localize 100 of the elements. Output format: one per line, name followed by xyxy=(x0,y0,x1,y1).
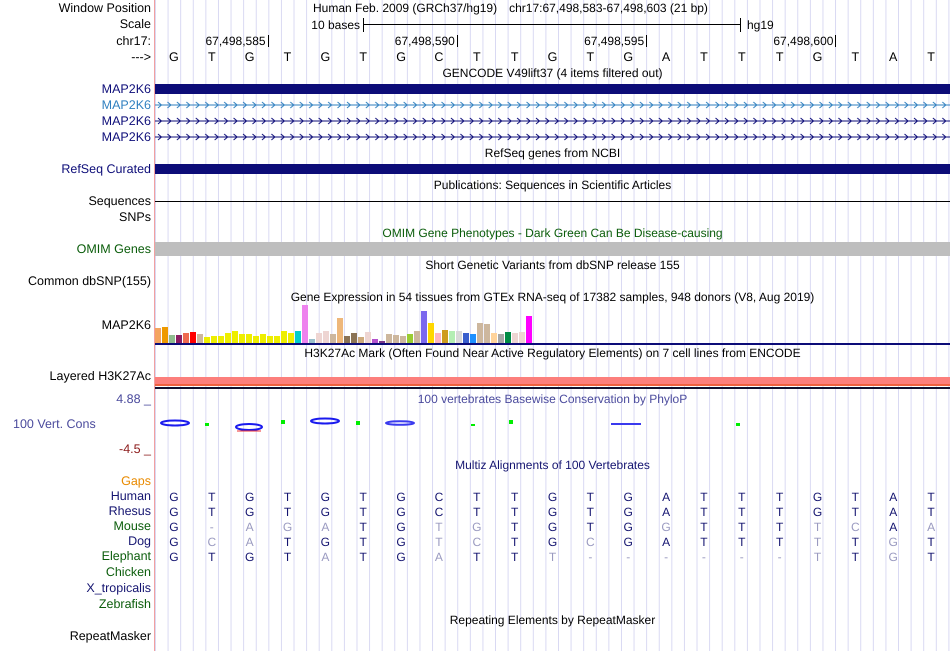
aligned-base: T xyxy=(737,506,746,518)
sequence-base: T xyxy=(586,50,596,64)
aligned-base: G xyxy=(546,506,558,518)
aligned-base: A xyxy=(926,520,936,532)
track-title: Repeating Elements by RepeatMasker xyxy=(450,614,656,626)
aligned-base: - xyxy=(663,550,670,562)
track-label: Gaps xyxy=(121,474,151,488)
aligned-base: A xyxy=(888,506,898,518)
aligned-base: T xyxy=(926,550,936,562)
aligned-base: T xyxy=(472,550,482,562)
sequence-base: A xyxy=(888,50,898,64)
track-label: RefSeq Curated xyxy=(61,162,151,176)
sequence-base: T xyxy=(358,50,368,64)
aligned-base: T xyxy=(358,550,368,562)
aligned-base: T xyxy=(207,490,216,502)
aligned-base: T xyxy=(926,536,936,548)
aligned-base: G xyxy=(168,550,180,562)
aligned-base: G xyxy=(395,506,407,518)
aligned-base: T xyxy=(510,550,520,562)
sequence-base: T xyxy=(850,50,860,64)
track-title: GENCODE V49lift37 (4 items filtered out) xyxy=(442,67,663,79)
sequence-base: G xyxy=(244,50,256,64)
track-label: OMIM Genes xyxy=(76,242,151,256)
aligned-base: T xyxy=(850,506,860,518)
axis-min-label: -4.5 _ xyxy=(119,442,151,455)
sequence-base: C xyxy=(433,50,444,64)
aligned-base: T xyxy=(510,536,520,548)
aligned-base: G xyxy=(395,520,407,532)
track-title: Multiz Alignments of 100 Vertebrates xyxy=(455,459,650,471)
aligned-base: T xyxy=(850,536,860,548)
aligned-base: T xyxy=(699,536,709,548)
aligned-base: T xyxy=(774,536,784,548)
sequence-base: G xyxy=(812,50,824,64)
track-label: Zebrafish xyxy=(98,598,151,610)
aligned-base: - xyxy=(700,550,707,562)
track-label: MAP2K6 xyxy=(102,130,151,144)
aligned-base: A xyxy=(320,550,330,562)
aligned-base: T xyxy=(774,520,784,532)
aligned-base: G xyxy=(622,520,634,532)
aligned-base: G xyxy=(660,520,672,532)
sequence-base: T xyxy=(282,50,292,64)
track-label: chr17: xyxy=(116,34,151,48)
aligned-base: G xyxy=(168,536,180,548)
aligned-base: G xyxy=(395,536,407,548)
aligned-base: T xyxy=(510,506,520,518)
aligned-base: T xyxy=(282,490,292,502)
track-label: Sequences xyxy=(88,194,151,208)
aligned-base: T xyxy=(472,490,482,502)
track-label: Window Position xyxy=(58,2,151,14)
aligned-base: T xyxy=(586,520,596,532)
aligned-base: C xyxy=(471,536,482,548)
track-label: RepeatMasker xyxy=(70,630,151,642)
aligned-base: T xyxy=(850,490,860,502)
scale-text: 10 bases xyxy=(311,18,360,30)
aligned-base: T xyxy=(510,490,520,502)
track-label: ---> xyxy=(131,50,151,64)
aligned-base: G xyxy=(395,490,407,502)
aligned-base: A xyxy=(888,520,898,532)
sequence-base: G xyxy=(395,50,407,64)
track-label: Layered H3K27Ac xyxy=(50,370,151,382)
aligned-base: G xyxy=(168,520,180,532)
aligned-base: T xyxy=(586,490,596,502)
aligned-base: G xyxy=(244,550,256,562)
ruler-tick: 67,498,590 xyxy=(394,35,458,47)
aligned-base: C xyxy=(206,536,218,548)
aligned-base: G xyxy=(546,520,558,532)
aligned-base: T xyxy=(699,520,709,532)
aligned-base: G xyxy=(320,506,332,518)
aligned-base: A xyxy=(661,506,672,518)
track-label: Dog xyxy=(128,535,151,548)
aligned-base: T xyxy=(207,506,216,518)
aligned-base: T xyxy=(926,490,936,502)
aligned-base: T xyxy=(472,506,482,518)
assembly-title: Human Feb. 2009 (GRCh37/hg19) xyxy=(313,2,498,14)
aligned-base: - xyxy=(587,550,594,562)
aligned-base: A xyxy=(244,520,255,532)
sequence-base: T xyxy=(206,50,217,64)
track-label: Chicken xyxy=(106,566,151,578)
aligned-base: T xyxy=(850,550,860,562)
aligned-base: T xyxy=(737,536,746,548)
aligned-base: T xyxy=(282,550,292,562)
sequence-base: A xyxy=(660,50,672,64)
aligned-base: T xyxy=(737,490,746,502)
sequence-base: G xyxy=(622,50,634,64)
sequence-base: G xyxy=(168,50,180,64)
aligned-base: T xyxy=(699,490,709,502)
aligned-base: T xyxy=(926,506,936,518)
aligned-base: C xyxy=(850,520,861,532)
aligned-base: T xyxy=(510,520,520,532)
aligned-base: G xyxy=(168,506,180,518)
track-title: Publications: Sequences in Scientific Articles xyxy=(434,179,672,191)
aligned-base: T xyxy=(699,506,709,518)
aligned-base: G xyxy=(282,520,294,532)
aligned-base: G xyxy=(546,490,558,502)
track-label: MAP2K6 xyxy=(102,114,151,128)
aligned-base: G xyxy=(888,550,899,562)
aligned-base: G xyxy=(622,490,634,502)
aligned-base: G xyxy=(168,490,180,502)
track-label: MAP2K6 xyxy=(102,82,151,96)
ruler-tick: 67,498,585 xyxy=(206,35,269,47)
